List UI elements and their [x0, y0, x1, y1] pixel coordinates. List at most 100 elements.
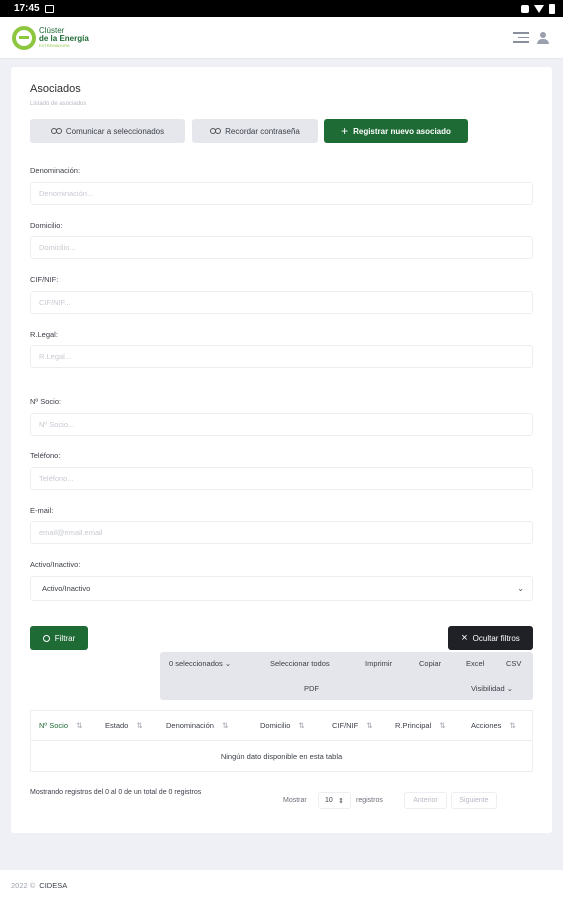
column-domicilio-label: Domicilio: [260, 721, 291, 730]
column-socio[interactable]: Nº Socio ⇅: [39, 721, 82, 730]
filter-button-label: Filtrar: [54, 633, 76, 643]
table-info: Mostrando registros del 0 al 0 de un tot…: [30, 789, 202, 796]
hamburger-menu-icon[interactable]: [513, 32, 529, 43]
sort-icon: ⇅: [76, 721, 83, 730]
column-cif-label: CIF/NIF: [332, 721, 359, 730]
column-rprincipal-label: R.Principal: [395, 721, 432, 730]
column-rprincipal[interactable]: R.Principal ⇅: [395, 721, 446, 730]
register-associate-label: Registrar nuevo asociado: [353, 126, 451, 136]
show-label: Mostrar: [283, 797, 307, 804]
copy-button[interactable]: Copiar: [419, 659, 441, 668]
cif-label: CIF/NIF:: [30, 275, 59, 284]
main-card: Asociados Listado de asociados Comunicar…: [11, 67, 552, 833]
user-icon[interactable]: [537, 31, 549, 44]
communicate-selected-button[interactable]: Comunicar a seleccionados: [30, 119, 185, 143]
logo-e-icon: [12, 25, 36, 50]
footer-year: 2022 ©: [11, 880, 36, 890]
activo-select[interactable]: Activo/Inactivo ⌄: [30, 576, 533, 601]
sort-icon: ⇅: [439, 721, 446, 730]
print-button[interactable]: Imprimir: [365, 659, 392, 668]
stepper-icon: ⇕: [338, 797, 344, 805]
notification-icon: [521, 4, 529, 13]
wifi-icon: [534, 4, 544, 13]
column-estado-label: Estado: [105, 721, 129, 730]
email-input[interactable]: email@email.email: [30, 521, 533, 544]
sort-icon: ⇅: [136, 721, 143, 730]
users-icon: [50, 127, 62, 135]
visibility-dropdown[interactable]: Visibilidad ⌄: [471, 684, 513, 693]
select-all-button[interactable]: Seleccionar todos: [270, 659, 330, 668]
socio-input[interactable]: Nº Socio...: [30, 413, 533, 436]
email-label: E-mail:: [30, 506, 54, 515]
close-icon: ×: [461, 631, 468, 644]
battery-icon: [549, 3, 555, 14]
footer: 2022 © CIDESA: [0, 870, 563, 900]
rlegal-input[interactable]: R.Legal...: [30, 345, 533, 368]
csv-button[interactable]: CSV: [506, 659, 521, 668]
logo[interactable]: Clúster de la Energía EXTREMADURA: [12, 25, 89, 50]
column-denominacion[interactable]: Denominación ⇅: [166, 721, 228, 730]
previous-page-button[interactable]: Anterior: [404, 792, 447, 809]
selected-count-label: 0 seleccionados: [169, 659, 223, 668]
email-placeholder: email@email.email: [39, 528, 103, 537]
status-time: 17:45: [14, 3, 40, 14]
denominacion-placeholder: Denominación...: [39, 189, 94, 198]
excel-button[interactable]: Excel: [466, 659, 484, 668]
table-header: Nº Socio ⇅ Estado ⇅ Denominación ⇅ Domicili…: [30, 710, 533, 740]
domicilio-input[interactable]: Domicilio...: [30, 236, 533, 259]
cif-placeholder: CIF/NIF...: [39, 298, 71, 307]
remind-password-button[interactable]: Recordar contraseña: [192, 119, 318, 143]
domicilio-placeholder: Domicilio...: [39, 243, 76, 252]
cif-input[interactable]: CIF/NIF...: [30, 291, 533, 314]
records-label: registros: [356, 797, 383, 804]
remind-password-label: Recordar contraseña: [225, 126, 300, 136]
table-empty-row: Ningún dato disponible en esta tabla: [30, 740, 533, 772]
page-title: Asociados: [30, 83, 81, 95]
hide-filters-label: Ocultar filtros: [472, 633, 520, 643]
column-estado[interactable]: Estado ⇅: [105, 721, 143, 730]
socio-placeholder: Nº Socio...: [39, 420, 75, 429]
telefono-input[interactable]: Teléfono...: [30, 467, 533, 490]
users-icon: [210, 127, 222, 135]
activo-label: Activo/Inactivo:: [30, 560, 81, 569]
logo-line-3: EXTREMADURA: [39, 43, 70, 48]
visibility-label: Visibilidad: [471, 684, 505, 693]
chevron-down-icon: ⌄: [517, 584, 524, 593]
column-cif[interactable]: CIF/NIF ⇅: [332, 721, 373, 730]
socio-label: Nº Socio:: [30, 397, 62, 406]
sort-icon: ⇅: [298, 721, 305, 730]
telefono-label: Teléfono:: [30, 451, 61, 460]
table-toolbar: 0 seleccionados ⌄ Seleccionar todos Impr…: [160, 652, 533, 700]
plus-icon: +: [341, 124, 349, 138]
column-acciones[interactable]: Acciones ⇅: [471, 721, 516, 730]
page-length-select[interactable]: 10 ⇕: [318, 792, 351, 809]
footer-brand[interactable]: CIDESA: [39, 881, 67, 890]
status-bar: 17:45: [0, 0, 563, 17]
next-page-button[interactable]: Siguiente: [451, 792, 497, 809]
page-length-value: 10: [325, 797, 333, 804]
sort-icon: ⇅: [221, 721, 229, 730]
communicate-selected-label: Comunicar a seleccionados: [65, 126, 165, 136]
sort-icon: ⇅: [366, 721, 373, 730]
denominacion-input[interactable]: Denominación...: [30, 182, 533, 205]
column-denominacion-label: Denominación: [166, 721, 214, 730]
pdf-button[interactable]: PDF: [304, 684, 319, 693]
domicilio-label: Domicilio:: [30, 221, 63, 230]
column-acciones-label: Acciones: [471, 721, 502, 730]
rlegal-placeholder: R.Legal...: [39, 352, 72, 361]
telefono-placeholder: Teléfono...: [39, 474, 74, 483]
denominacion-label: Denominación:: [30, 166, 81, 175]
selected-count-dropdown[interactable]: 0 seleccionados ⌄: [169, 659, 231, 668]
search-icon: [42, 634, 50, 642]
column-domicilio[interactable]: Domicilio ⇅: [260, 721, 305, 730]
image-notification-icon: [44, 4, 54, 13]
activo-select-value: Activo/Inactivo: [42, 584, 91, 593]
logo-line-2: de la Energía: [39, 34, 89, 43]
register-associate-button[interactable]: + Registrar nuevo asociado: [324, 119, 468, 143]
hide-filters-button[interactable]: × Ocultar filtros: [448, 626, 533, 650]
page-subtitle: Listado de asociados: [30, 101, 87, 107]
column-socio-label: Nº Socio: [39, 721, 69, 730]
sort-icon: ⇅: [509, 721, 516, 730]
app-header: Clúster de la Energía EXTREMADURA: [0, 17, 563, 59]
filter-button[interactable]: Filtrar: [30, 626, 88, 650]
